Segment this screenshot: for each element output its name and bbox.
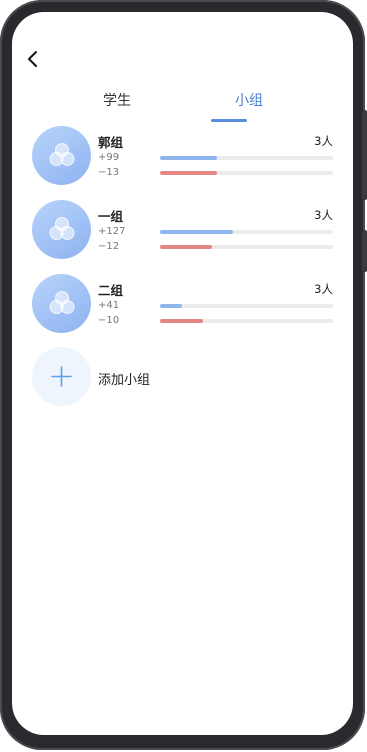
side-button [362,230,367,272]
negative-bar [160,171,333,175]
member-count: 3人 [314,208,333,222]
group-row[interactable]: 二组 +41 −10 3人 [12,274,353,336]
negative-score: −10 [98,315,120,326]
back-button[interactable] [20,47,44,71]
chevron-left-icon [28,51,37,67]
add-group-button[interactable]: 添加小组 [12,347,353,409]
member-count: 3人 [314,282,333,296]
positive-bar-fill [160,304,183,308]
positive-bar [160,304,333,308]
positive-bar [160,230,333,234]
add-group-circle[interactable] [32,347,91,406]
active-tab-indicator [211,119,247,122]
negative-bar-fill [160,171,218,175]
group-name: 二组 [98,283,124,298]
tab-students[interactable]: 学生 [103,90,131,110]
group-row[interactable]: 一组 +127 −12 3人 [12,200,353,262]
positive-bar-fill [160,156,218,160]
member-count: 3人 [314,134,333,148]
positive-score: +127 [98,226,126,237]
group-circles-icon [49,217,75,240]
app-screen: 学生 小组 郭组 +99 −13 3人 一组 +127 −12 3人 二组 +4… [12,12,353,735]
negative-bar [160,245,333,249]
group-avatar [32,274,91,333]
positive-bar-fill [160,230,233,234]
positive-score: +41 [98,300,120,311]
group-row[interactable]: 郭组 +99 −13 3人 [12,126,353,188]
group-circles-icon [49,291,75,314]
phone-frame: 学生 小组 郭组 +99 −13 3人 一组 +127 −12 3人 二组 +4… [0,0,367,750]
negative-bar [160,319,333,323]
tab-groups[interactable]: 小组 [235,90,263,110]
add-group-label: 添加小组 [98,373,151,388]
positive-bar [160,156,333,160]
group-name: 一组 [98,209,124,224]
group-name: 郭组 [98,135,124,150]
tab-bar: 学生 小组 [12,90,353,126]
group-circles-icon [49,143,75,166]
negative-bar-fill [160,319,204,323]
positive-score: +99 [98,152,120,163]
side-button [362,110,367,200]
negative-score: −12 [98,241,120,252]
plus-icon [51,366,72,387]
group-avatar [32,126,91,185]
negative-bar-fill [160,245,212,249]
negative-score: −13 [98,167,120,178]
group-avatar [32,200,91,259]
